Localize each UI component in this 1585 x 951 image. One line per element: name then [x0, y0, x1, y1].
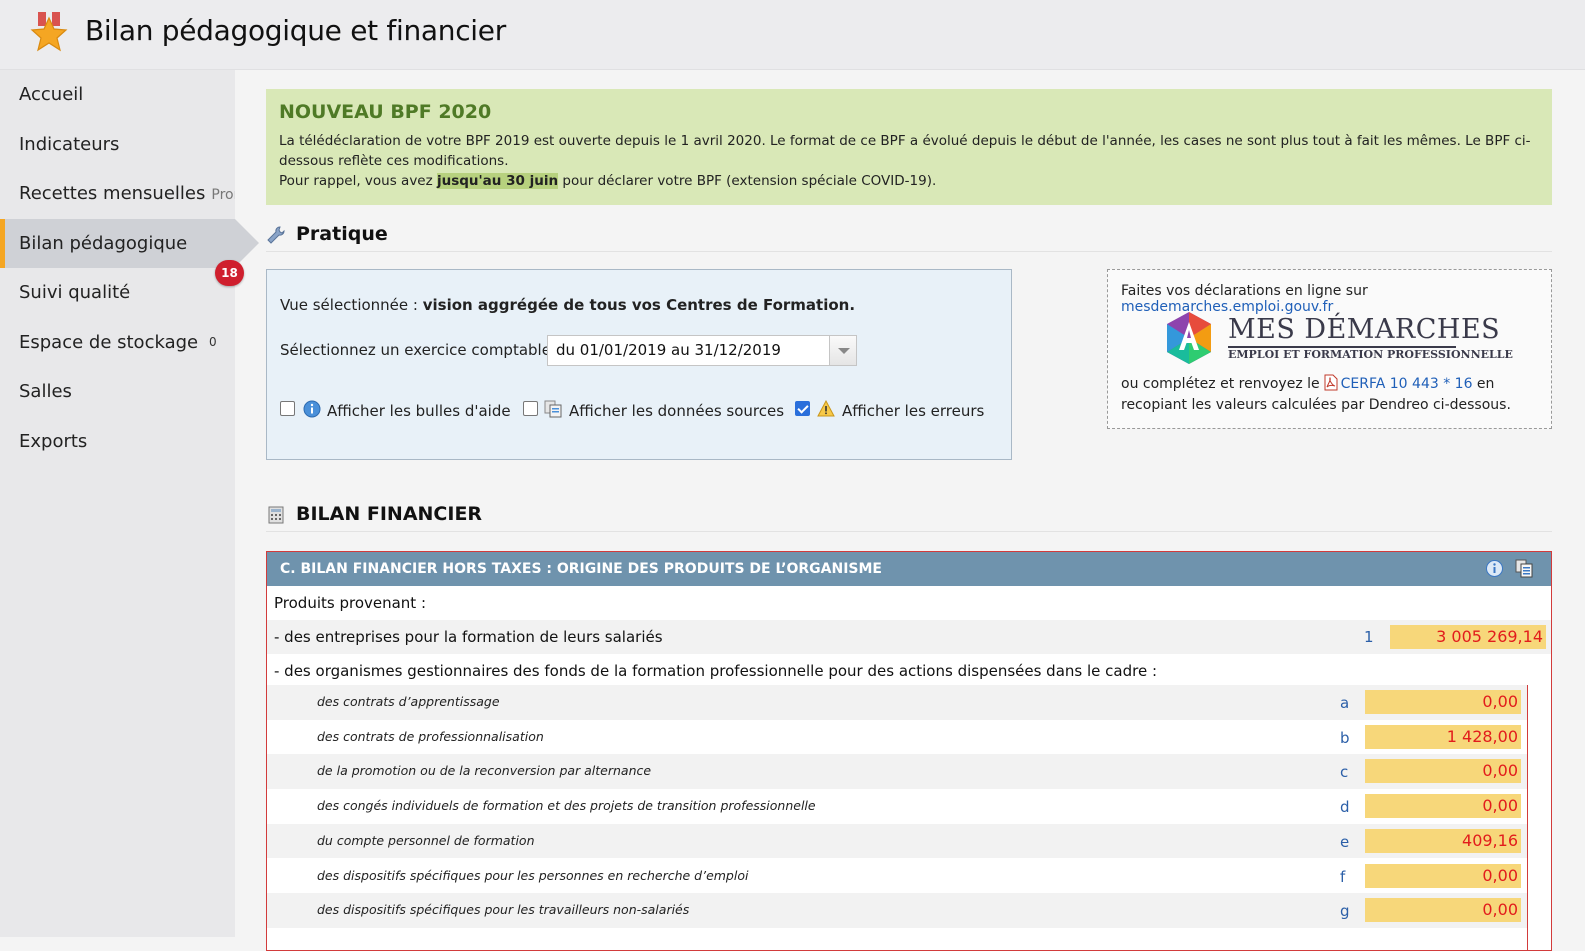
table-row: du compte personnel de formation e 409,1…	[267, 823, 1527, 859]
pdf-icon	[1324, 374, 1338, 391]
row-label: - des organismes gestionnaires des fonds…	[274, 662, 1158, 680]
row-label: des contrats d’apprentissage	[317, 694, 500, 709]
sidebar-item-salles[interactable]: Salles	[0, 367, 235, 416]
section-title-bilan-financier: BILAN FINANCIER	[296, 503, 483, 525]
calculator-icon	[268, 506, 284, 524]
notice-banner: NOUVEAU BPF 2020 La télédéclaration de v…	[266, 89, 1552, 205]
sidebar-item-bilan-pedagogique[interactable]: Bilan pédagogique	[0, 219, 235, 268]
row-code: g	[1340, 902, 1350, 921]
help-bubbles-checkbox[interactable]	[280, 401, 295, 416]
notice-title: NOUVEAU BPF 2020	[279, 101, 492, 123]
errors-checkbox[interactable]	[795, 401, 810, 416]
info-icon[interactable]	[1485, 559, 1504, 578]
deadline-highlight: jusqu'au 30 juin	[437, 173, 559, 189]
top-bar: Bilan pédagogique et financier	[0, 0, 1585, 70]
sidebar-item-label: Salles	[19, 381, 72, 402]
sidebar-item-extra: Prorata	[211, 187, 235, 203]
sidebar-item-indicateurs[interactable]: Indicateurs	[0, 120, 235, 169]
mes-demarches-logo[interactable]	[1163, 310, 1215, 366]
row-code: b	[1340, 728, 1350, 747]
row-label: des dispositifs spécifiques pour les per…	[317, 867, 749, 883]
exercice-select-value: du 01/01/2019 au 31/12/2019	[556, 341, 781, 359]
storage-count: 0	[209, 335, 217, 349]
data-sources-checkbox[interactable]	[523, 401, 538, 416]
notice-text: La télédéclaration de votre BPF 2019 est…	[279, 133, 1531, 189]
online-declaration-box: Faites vos déclarations en ligne sur mes…	[1107, 269, 1552, 429]
panel-title: C. BILAN FINANCIER HORS TAXES : ORIGINE …	[280, 561, 882, 577]
row-value[interactable]: 0,00	[1365, 759, 1521, 784]
row-label: du compte personnel de formation	[317, 832, 535, 848]
exercice-label: Sélectionnez un exercice comptable :	[280, 341, 561, 359]
exercice-select[interactable]: du 01/01/2019 au 31/12/2019	[547, 335, 857, 366]
table-row: - des organismes gestionnaires des fonds…	[267, 654, 1551, 688]
table-row: - des entreprises pour la formation de l…	[267, 620, 1551, 654]
row-value[interactable]: 0,00	[1365, 863, 1521, 888]
sidebar: Accueil Indicateurs Recettes mensuelles P…	[0, 70, 259, 937]
wrench-icon	[267, 226, 285, 244]
sidebar-item-label: Recettes mensuelles	[19, 183, 206, 204]
section-divider	[266, 531, 1552, 532]
bilan-financier-panel: C. BILAN FINANCIER HORS TAXES : ORIGINE …	[266, 551, 1552, 951]
table-row: des contrats de professionnalisation b 1…	[267, 720, 1527, 755]
row-value[interactable]: 0,00	[1365, 690, 1521, 714]
sub-rows-group: des contrats d’apprentissage a 0,00 des …	[267, 685, 1528, 950]
mes-demarches-subtitle: EMPLOI ET FORMATION PROFESSIONNELLE	[1228, 348, 1513, 361]
warning-icon	[817, 400, 835, 417]
row-label: des dispositifs spécifiques pour les tra…	[317, 902, 690, 918]
panel-header: C. BILAN FINANCIER HORS TAXES : ORIGINE …	[267, 552, 1551, 586]
row-label: - des entreprises pour la formation de l…	[274, 628, 663, 646]
row-code: c	[1340, 763, 1349, 782]
row-label: des congés individuels de formation et d…	[317, 798, 816, 814]
row-code: f	[1340, 867, 1346, 886]
row-value[interactable]: 0,00	[1365, 794, 1521, 819]
row-label: des contrats de professionnalisation	[317, 728, 544, 744]
sidebar-item-label: Indicateurs	[19, 134, 120, 155]
table-row: des congés individuels de formation et d…	[267, 789, 1527, 824]
row-value[interactable]: 409,16	[1365, 828, 1521, 853]
selected-view: Vue sélectionnée : vision aggrégée de to…	[280, 296, 856, 314]
row-code: a	[1340, 694, 1350, 712]
row-value[interactable]: 0,00	[1365, 898, 1521, 923]
row-value[interactable]: 3 005 269,14	[1390, 625, 1546, 649]
selected-view-value: vision aggrégée de tous vos Centres de F…	[422, 296, 856, 314]
sidebar-item-recettes-mensuelles[interactable]: Recettes mensuelles Prorata	[0, 169, 235, 218]
data-sources-icon[interactable]	[1515, 559, 1534, 578]
row-code: e	[1340, 832, 1350, 851]
table-row: Produits provenant :	[267, 586, 1551, 620]
section-title-pratique: Pratique	[296, 223, 388, 245]
sidebar-item-label: Espace de stockage	[19, 332, 199, 353]
sidebar-item-accueil[interactable]: Accueil	[0, 70, 235, 119]
sidebar-item-label: Exports	[19, 431, 88, 452]
table-row: de la promotion ou de la reconversion pa…	[267, 754, 1527, 790]
pratique-panel: Vue sélectionnée : vision aggrégée de to…	[266, 269, 1012, 460]
sidebar-item-label: Accueil	[19, 84, 84, 105]
main-content: NOUVEAU BPF 2020 La télédéclaration de v…	[235, 70, 1585, 951]
sidebar-item-exports[interactable]: Exports	[0, 417, 235, 466]
sidebar-item-label: Suivi qualité	[19, 282, 131, 303]
table-row: des contrats d’apprentissage a 0,00	[267, 685, 1527, 720]
row-value[interactable]: 1 428,00	[1365, 724, 1521, 749]
errors-label: Afficher les erreurs	[842, 402, 985, 420]
sidebar-item-label: Bilan pédagogique	[19, 233, 188, 254]
cerfa-text: ou complétez et renvoyez le CERFA 10 443 …	[1121, 374, 1511, 413]
section-divider	[266, 251, 1552, 252]
cerfa-link[interactable]: CERFA 10 443 * 16	[1341, 376, 1473, 392]
help-bubbles-label: Afficher les bulles d'aide	[327, 402, 511, 420]
table-row: des dispositifs spécifiques pour les tra…	[267, 893, 1527, 928]
chevron-down-icon[interactable]	[829, 336, 856, 365]
sidebar-item-suivi-qualite[interactable]: Suivi qualité	[0, 268, 235, 317]
award-star-icon	[30, 12, 68, 52]
row-code: 1	[1364, 628, 1374, 646]
table-row: des dispositifs spécifiques pour les per…	[267, 859, 1527, 894]
row-label: Produits provenant :	[274, 594, 427, 612]
row-label: de la promotion ou de la reconversion pa…	[317, 763, 652, 779]
data-sources-icon	[544, 400, 562, 418]
info-icon	[303, 400, 321, 418]
mes-demarches-title: MES DÉMARCHES	[1228, 314, 1501, 345]
sidebar-item-espace-de-stockage[interactable]: Espace de stockage	[0, 318, 235, 367]
row-code: d	[1340, 798, 1350, 817]
mesdemarches-link[interactable]: mesdemarches.emploi.gouv.fr	[1121, 299, 1333, 315]
data-sources-label: Afficher les données sources	[569, 402, 785, 420]
page-title: Bilan pédagogique et financier	[85, 14, 506, 47]
